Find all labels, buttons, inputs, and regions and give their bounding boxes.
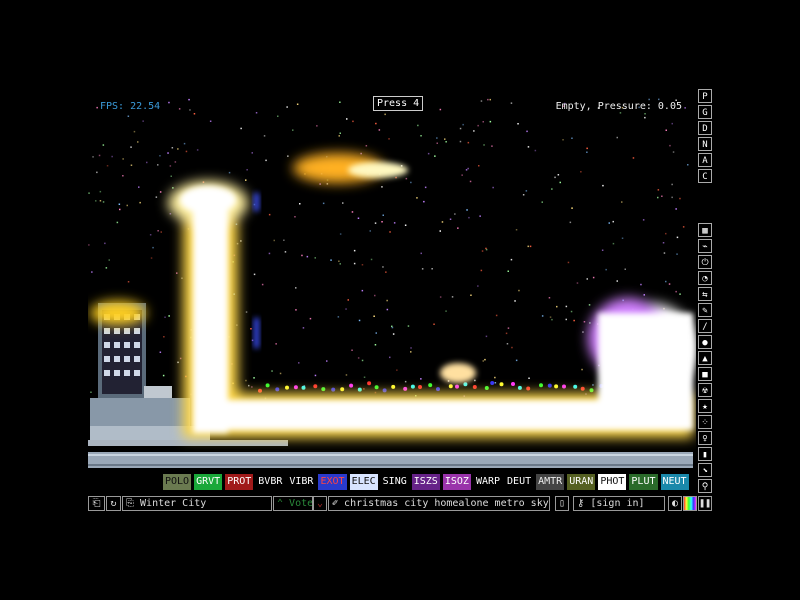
debug-d-button[interactable]: D (698, 121, 712, 135)
save-name-field[interactable]: ⎘ Winter City (122, 496, 272, 511)
element-button-phot[interactable]: PHOT (598, 474, 627, 490)
electronics-icon[interactable]: ⌁ (698, 239, 712, 253)
pause-icon[interactable]: ❚❚ (698, 496, 712, 511)
open-save-icon[interactable]: ⎗ (88, 496, 105, 511)
radioactive-icon[interactable]: ☢ (698, 383, 712, 397)
blue-particle-column (254, 193, 259, 211)
wall-icon[interactable]: ▦ (698, 223, 712, 237)
element-button-bvbr[interactable]: BVBR (256, 474, 285, 490)
tags-field[interactable]: ✐ christmas city homealone metro skyscra… (328, 496, 550, 511)
element-button-prot[interactable]: PROT (225, 474, 254, 490)
save-name-label: Winter City (140, 498, 207, 509)
air-a-button[interactable]: A (698, 153, 712, 167)
reload-icon[interactable]: ↻ (106, 496, 121, 511)
display-mode-icon[interactable] (683, 496, 697, 511)
bottom-bar: ⎗ ↻ ⎘ Winter City ⌃ Vote ⌄ ✐ christmas c… (88, 496, 714, 511)
simulation-canvas[interactable] (88, 88, 696, 472)
element-button-elec[interactable]: ELEC (349, 474, 378, 490)
special-icon[interactable]: ★ (698, 399, 712, 413)
save-icon: ⎘ (126, 498, 141, 509)
ground-stripe (88, 454, 693, 456)
tag-icon: ✐ (332, 498, 345, 509)
settings-icon[interactable]: ◐ (668, 496, 682, 511)
element-button-exot[interactable]: EXOT (318, 474, 347, 490)
gas-icon[interactable]: ∕ (698, 319, 712, 333)
element-button-uran[interactable]: URAN (567, 474, 596, 490)
element-button-iszs[interactable]: ISZS (411, 474, 440, 490)
vote-label: Vote (289, 498, 313, 509)
tools-icon[interactable]: ▮ (698, 447, 712, 461)
thumb-up-icon: ⌃ (277, 498, 290, 509)
sign-in-label: [sign in] (590, 498, 645, 509)
colored-lights (258, 381, 612, 393)
explosive-icon[interactable]: ✎ (698, 303, 712, 317)
element-button-amtr[interactable]: AMTR (536, 474, 565, 490)
element-button-deut[interactable]: DEUT (505, 474, 534, 490)
simulation-scene (88, 98, 696, 468)
element-button-grvt[interactable]: GRVT (194, 474, 223, 490)
force-icon[interactable]: ⇆ (698, 287, 712, 301)
new-simulation-icon[interactable]: ▯ (555, 496, 569, 511)
solid-icon[interactable]: ■ (698, 367, 712, 381)
powder-icon[interactable]: ▲ (698, 351, 712, 365)
search-icon[interactable]: ⚲ (698, 479, 712, 493)
particles-icon[interactable]: ⁘ (698, 415, 712, 429)
power-icon[interactable]: ⏻ (698, 255, 712, 269)
element-button-neut[interactable]: NEUT (660, 474, 689, 490)
newtonian-n-button[interactable]: N (698, 137, 712, 151)
clear-c-button[interactable]: C (698, 169, 712, 183)
pause-p-button[interactable]: P (698, 89, 712, 103)
liquid-icon[interactable]: ● (698, 335, 712, 349)
sensor-icon[interactable]: ◔ (698, 271, 712, 285)
vote-down-button[interactable]: ⌄ (313, 496, 327, 511)
vote-up-button[interactable]: ⌃ Vote (273, 496, 313, 511)
gravity-g-button[interactable]: G (698, 105, 712, 119)
pressure-status: Empty, Pressure: 0.05 (555, 101, 682, 112)
blue-particle-column-lower (254, 318, 259, 348)
fps-readout: FPS: 22.54 (100, 101, 161, 112)
key-icon: ⚷ (577, 498, 591, 509)
element-button-vibr[interactable]: VIBR (287, 474, 316, 490)
element-button-isoz[interactable]: ISOZ (442, 474, 471, 490)
element-button-polo[interactable]: POLO (163, 474, 192, 490)
life-icon[interactable]: ♀ (698, 431, 712, 445)
element-button-plut[interactable]: PLUT (629, 474, 658, 490)
element-toolbar: POLO GRVT PROT BVBR VIBR EXOT ELEC SING ISZS ISOZ… (163, 474, 689, 490)
element-button-sing[interactable]: SING (380, 474, 409, 490)
tags-label: christmas city homealone metro skyscrap.… (344, 498, 549, 509)
favorite-icon[interactable]: ⬊ (698, 463, 712, 477)
ground-stripe-low (88, 464, 693, 466)
press-hint-label: Press 4 (373, 96, 424, 111)
element-button-warp[interactable]: WARP (473, 474, 503, 490)
sign-in-button[interactable]: ⚷ [sign in] (573, 496, 665, 511)
